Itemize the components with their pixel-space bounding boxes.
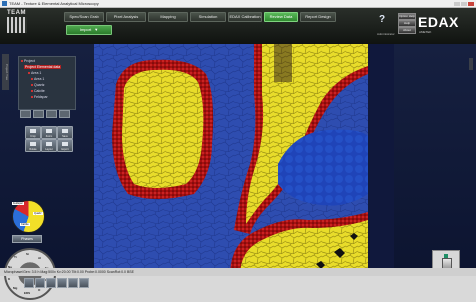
dial-label[interactable]: K bbox=[8, 277, 10, 281]
tree-item[interactable]: Project bbox=[21, 59, 35, 63]
window-title: TEAM - Texture & Elemental Analytical Mi… bbox=[9, 1, 99, 6]
tool-button-crop[interactable]: Crop bbox=[25, 126, 41, 139]
project-tree-tab[interactable]: Project Tree bbox=[2, 54, 9, 90]
pie-label-calcite: Calcite bbox=[20, 223, 30, 226]
tool-button-rotate[interactable]: Rotate bbox=[25, 139, 41, 152]
tree-item[interactable]: Quartz bbox=[31, 83, 45, 87]
tool-button-export[interactable]: Export bbox=[57, 139, 73, 152]
phase-map-image[interactable] bbox=[94, 44, 394, 276]
tree-control-button[interactable] bbox=[20, 110, 31, 118]
dial-label[interactable]: Mg bbox=[13, 286, 17, 290]
view-button[interactable] bbox=[46, 278, 56, 288]
right-panel bbox=[394, 44, 476, 276]
tool-button-layout[interactable]: Layout bbox=[41, 139, 57, 152]
close-button[interactable] bbox=[468, 2, 474, 6]
help-icon[interactable]: ? bbox=[376, 14, 388, 26]
project-tree: Project Project Elemental data Area 1 Ar… bbox=[18, 56, 76, 110]
view-button[interactable] bbox=[68, 278, 78, 288]
grain-core-left bbox=[122, 69, 204, 188]
team-logo: TEAM bbox=[7, 10, 27, 33]
about-button[interactable]: About bbox=[398, 27, 416, 34]
tree-item[interactable]: Area 1 bbox=[28, 71, 41, 75]
pie-label-quartz: Quartz bbox=[33, 212, 43, 215]
node-icon bbox=[21, 60, 23, 62]
crop-icon bbox=[30, 129, 36, 133]
application: TEAM Spec/Scan Grab Pixel Analysis Mappi… bbox=[0, 8, 476, 300]
tab-report-design[interactable]: Report Design bbox=[300, 12, 336, 22]
view-button[interactable] bbox=[57, 278, 67, 288]
view-button[interactable] bbox=[35, 278, 45, 288]
tree-control-button[interactable] bbox=[59, 110, 70, 118]
dial-label[interactable]: Si bbox=[26, 252, 29, 256]
window-title-bar: TEAM - Texture & Elemental Analytical Mi… bbox=[0, 0, 476, 8]
tree-item[interactable]: Feldspar bbox=[31, 95, 48, 99]
tab-mapping[interactable]: Mapping bbox=[148, 12, 188, 22]
view-button[interactable] bbox=[24, 278, 34, 288]
window-controls bbox=[453, 1, 474, 8]
app-icon bbox=[2, 1, 7, 6]
dropdown-arrow-icon: ▼ bbox=[94, 27, 99, 32]
view-button[interactable] bbox=[79, 278, 89, 288]
tab-review-data[interactable]: Review Data bbox=[264, 12, 298, 22]
right-panel-tab[interactable] bbox=[469, 58, 473, 70]
dial-label[interactable]: O bbox=[38, 288, 40, 292]
logo-text: TEAM bbox=[7, 10, 26, 16]
dial-label[interactable]: Ti bbox=[14, 255, 17, 259]
node-icon bbox=[31, 96, 33, 98]
tool-button-save[interactable]: Save bbox=[57, 126, 73, 139]
import-label: Import bbox=[79, 27, 92, 32]
tool-button-zoom[interactable]: Zoom bbox=[41, 126, 57, 139]
tree-item[interactable]: Area 1 bbox=[31, 77, 44, 81]
edax-sub-logo: AMETEK bbox=[419, 30, 432, 34]
image-viewport[interactable] bbox=[94, 44, 394, 276]
rotate-icon bbox=[30, 142, 36, 146]
help-button[interactable]: Help bbox=[398, 20, 416, 27]
tree-item-selected[interactable]: Project Elemental data bbox=[24, 65, 62, 69]
shadow-seam bbox=[274, 44, 292, 82]
minimize-button[interactable] bbox=[454, 2, 460, 6]
save-icon bbox=[62, 129, 68, 133]
node-icon bbox=[31, 90, 33, 92]
node-icon bbox=[31, 78, 33, 80]
dial-label[interactable]: EDS bbox=[24, 291, 30, 295]
option-help-button[interactable]: Option Help bbox=[398, 13, 416, 20]
left-panel: Project Tree Project Project Elemental d… bbox=[0, 44, 94, 300]
status-bar: Microphase/Gen: 3.5 h Mag:500x Kv:20.00 … bbox=[0, 268, 476, 276]
tree-item[interactable]: Calcite bbox=[31, 89, 45, 93]
node-icon bbox=[31, 84, 33, 86]
user-label: Administrator bbox=[377, 32, 395, 36]
tree-control-button[interactable] bbox=[33, 110, 44, 118]
layout-icon bbox=[46, 142, 52, 146]
tab-spec-scan-grab[interactable]: Spec/Scan Grab bbox=[64, 12, 104, 22]
tab-edax-calibration[interactable]: EDAX Calibration bbox=[228, 12, 262, 22]
tree-control-button[interactable] bbox=[46, 110, 57, 118]
phases-button[interactable]: Phases bbox=[12, 235, 42, 243]
pie-label-feldspar: Feldspar bbox=[12, 202, 24, 205]
zoom-icon bbox=[46, 129, 52, 133]
tab-pixel-analysis[interactable]: Pixel Analysis bbox=[106, 12, 146, 22]
logo-mark-icon bbox=[7, 17, 27, 33]
top-toolbar: TEAM Spec/Scan Grab Pixel Analysis Mappi… bbox=[0, 8, 476, 44]
import-button[interactable]: Import ▼ bbox=[66, 25, 112, 35]
dial-label[interactable]: Al bbox=[38, 256, 41, 260]
viewport-margin bbox=[368, 44, 394, 276]
node-icon bbox=[28, 72, 30, 74]
tab-simulation[interactable]: Simulation bbox=[190, 12, 226, 22]
export-icon bbox=[62, 142, 68, 146]
maximize-button[interactable] bbox=[461, 2, 467, 6]
edax-logo: EDAX bbox=[418, 14, 459, 30]
